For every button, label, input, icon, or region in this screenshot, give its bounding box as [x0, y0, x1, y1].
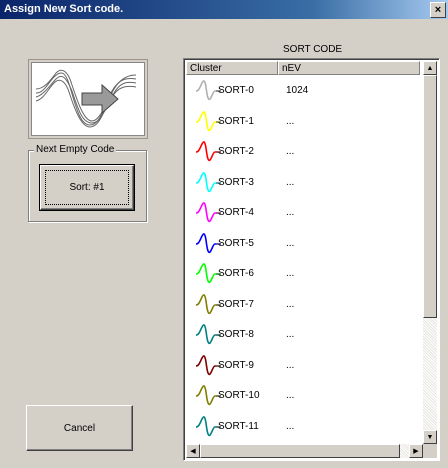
nev-value: ... — [286, 207, 295, 218]
sort-button[interactable]: Sort: #1 — [39, 164, 135, 211]
focus-rect — [45, 170, 129, 205]
cluster-name: SORT-4 — [218, 207, 254, 218]
sort-code-heading: SORT CODE — [283, 44, 343, 55]
list-item[interactable]: SORT-11... — [186, 413, 422, 439]
column-header-nev[interactable]: nEV — [278, 61, 420, 75]
cluster-name: SORT-9 — [218, 359, 254, 371]
horizontal-scroll-thumb[interactable] — [200, 444, 400, 458]
list-item[interactable]: SORT-3... — [186, 169, 422, 195]
horizontal-scrollbar[interactable]: ◀ ▶ — [186, 444, 423, 458]
nev-value: 1024 — [286, 85, 309, 96]
group-label: Next Empty Code — [34, 144, 117, 155]
list-item[interactable]: SORT-10... — [186, 382, 422, 408]
nev-value: ... — [286, 390, 295, 401]
window-title: Assign New Sort code. — [4, 3, 124, 15]
scroll-down-icon[interactable]: ▼ — [423, 430, 437, 444]
cancel-button-label: Cancel — [63, 422, 96, 434]
scroll-left-icon[interactable]: ◀ — [186, 444, 200, 458]
nev-value: ... — [286, 268, 295, 279]
list-item[interactable]: SORT-0 1024 — [186, 77, 422, 103]
nev-value: ... — [286, 420, 295, 432]
close-button[interactable]: × — [430, 2, 446, 18]
nev-value: ... — [286, 146, 295, 157]
waveform-arrow-icon — [31, 62, 145, 136]
list-item[interactable]: SORT-1... — [186, 108, 422, 134]
cancel-button[interactable]: Cancel — [26, 405, 133, 451]
scroll-up-icon[interactable]: ▲ — [423, 61, 437, 75]
scroll-right-icon[interactable]: ▶ — [409, 444, 423, 458]
list-item[interactable]: SORT-2... — [186, 138, 422, 164]
nev-value: ... — [286, 298, 295, 310]
sort-code-list[interactable]: Cluster nEV SORT-0 1024 SORT-1... SORT-2...… — [183, 58, 440, 461]
nev-value: ... — [286, 115, 295, 127]
vertical-scroll-thumb[interactable] — [423, 75, 437, 318]
list-item[interactable]: SORT-4... — [186, 199, 422, 225]
list-item[interactable]: SORT-9... — [186, 352, 422, 378]
cluster-name: SORT-1 — [218, 115, 254, 127]
scrollbar-corner — [423, 444, 437, 458]
list-item[interactable]: SORT-6... — [186, 260, 422, 286]
cluster-name: SORT-11 — [218, 420, 259, 432]
nev-value: ... — [286, 359, 295, 371]
nev-value: ... — [286, 329, 295, 340]
cluster-name: SORT-8 — [218, 329, 254, 340]
list-item[interactable]: SORT-5... — [186, 230, 422, 256]
cluster-name: SORT-6 — [218, 268, 254, 279]
cluster-name: SORT-10 — [218, 390, 260, 401]
cluster-name: SORT-2 — [218, 146, 254, 157]
cluster-name: SORT-5 — [218, 237, 254, 249]
title-bar: Assign New Sort code. × — [0, 0, 448, 19]
cluster-name: SORT-7 — [218, 298, 254, 310]
list-item[interactable]: SORT-7... — [186, 291, 422, 317]
column-header-cluster[interactable]: Cluster — [186, 61, 278, 75]
nev-value: ... — [286, 237, 295, 249]
list-item[interactable]: SORT-8... — [186, 321, 422, 347]
nev-value: ... — [286, 176, 295, 188]
cluster-name: SORT-0 — [218, 85, 254, 96]
cluster-name: SORT-3 — [218, 176, 254, 188]
vertical-scrollbar[interactable]: ▲ ▼ — [423, 61, 437, 444]
